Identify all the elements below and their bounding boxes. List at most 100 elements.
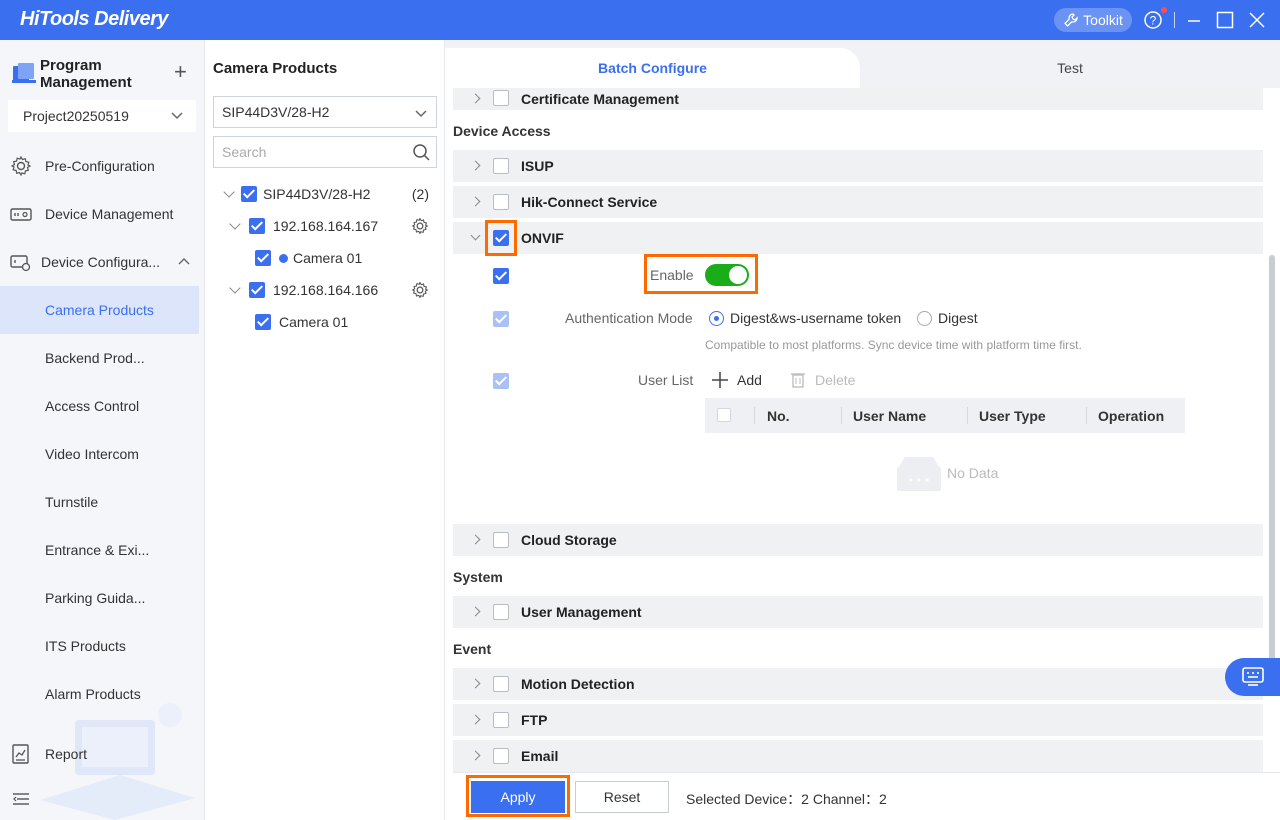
expand-chevron-icon[interactable] bbox=[470, 534, 481, 545]
nav-parking-guidance[interactable]: Parking Guida... bbox=[0, 574, 199, 622]
camera-row[interactable]: Camera 01 bbox=[255, 246, 437, 270]
tab-bar: Batch Configure Test bbox=[445, 40, 1280, 88]
enable-row-checkbox[interactable] bbox=[493, 268, 509, 284]
nav-entrance-exit[interactable]: Entrance & Exi... bbox=[0, 526, 199, 574]
apply-button[interactable]: Apply bbox=[471, 781, 565, 813]
group-certificate-management[interactable]: Certificate Management bbox=[453, 88, 1263, 110]
tab-batch-configure[interactable]: Batch Configure bbox=[445, 48, 860, 88]
minimize-icon[interactable] bbox=[1186, 11, 1202, 29]
nav-device-configuration[interactable]: Device Configura... bbox=[0, 238, 199, 286]
enable-toggle[interactable] bbox=[705, 264, 749, 286]
auth-option-digest[interactable]: Digest bbox=[917, 310, 978, 326]
column-user-name: User Name bbox=[853, 408, 927, 424]
expand-chevron-icon[interactable] bbox=[470, 93, 481, 104]
group-email[interactable]: Email bbox=[453, 740, 1263, 772]
expand-chevron-icon[interactable] bbox=[470, 678, 481, 689]
project-select[interactable]: Project20250519 bbox=[8, 100, 196, 132]
camera-row[interactable]: Camera 01 bbox=[255, 310, 437, 334]
nav-alarm-products[interactable]: Alarm Products bbox=[0, 670, 199, 718]
group-label: Email bbox=[521, 748, 559, 764]
group-user-management[interactable]: User Management bbox=[453, 596, 1263, 628]
tree-root-row[interactable]: SIP44D3V/28-H2 (2) bbox=[223, 182, 437, 206]
gear-icon[interactable] bbox=[411, 281, 429, 299]
device-checkbox[interactable] bbox=[249, 282, 265, 298]
group-checkbox[interactable] bbox=[493, 604, 509, 620]
group-checkbox[interactable] bbox=[493, 194, 509, 210]
add-user-button[interactable]: Add bbox=[711, 371, 762, 389]
auth-option-digest-ws[interactable]: Digest&ws-username token bbox=[709, 310, 901, 326]
group-hik-connect[interactable]: Hik-Connect Service bbox=[453, 186, 1263, 218]
group-checkbox[interactable] bbox=[493, 158, 509, 174]
program-management-icon bbox=[12, 63, 36, 83]
nav-backend-products[interactable]: Backend Prod... bbox=[0, 334, 199, 382]
delete-label: Delete bbox=[815, 371, 856, 388]
group-ftp[interactable]: FTP bbox=[453, 704, 1263, 736]
group-checkbox[interactable] bbox=[493, 90, 509, 106]
group-isup[interactable]: ISUP bbox=[453, 150, 1263, 182]
group-onvif[interactable]: ONVIF bbox=[453, 220, 1263, 256]
reset-button[interactable]: Reset bbox=[575, 781, 669, 813]
nav-pre-configuration[interactable]: Pre-Configuration bbox=[0, 142, 199, 190]
expand-chevron-icon[interactable] bbox=[470, 750, 481, 761]
no-data-text: No Data bbox=[947, 465, 999, 481]
svg-text:?: ? bbox=[1150, 14, 1157, 28]
trash-icon bbox=[791, 373, 805, 388]
nav-access-control[interactable]: Access Control bbox=[0, 382, 199, 430]
user-list-checkbox[interactable] bbox=[493, 373, 509, 389]
device-row[interactable]: 192.168.164.166 bbox=[229, 278, 437, 302]
nav-turnstile[interactable]: Turnstile bbox=[0, 478, 199, 526]
device-config-icon bbox=[10, 255, 31, 272]
root-label: SIP44D3V/28-H2 bbox=[263, 186, 371, 202]
model-select[interactable]: SIP44D3V/28-H2 bbox=[213, 96, 437, 128]
delete-user-button[interactable]: Delete bbox=[791, 371, 855, 388]
camera-checkbox[interactable] bbox=[255, 314, 271, 330]
nav-device-management[interactable]: Device Management bbox=[0, 190, 199, 238]
group-label: FTP bbox=[521, 712, 548, 728]
nav-report[interactable]: Report bbox=[0, 730, 199, 778]
group-motion-detection[interactable]: Motion Detection bbox=[453, 668, 1263, 700]
camera-checkbox[interactable] bbox=[255, 250, 271, 266]
search-icon[interactable] bbox=[412, 143, 430, 161]
radio-selected-icon bbox=[709, 310, 724, 326]
chevron-down-icon bbox=[415, 110, 427, 118]
group-checkbox[interactable] bbox=[493, 712, 509, 728]
collapse-menu-icon[interactable] bbox=[13, 792, 29, 806]
device-row[interactable]: 192.168.164.167 bbox=[229, 214, 437, 238]
column-divider bbox=[1086, 407, 1087, 424]
nav-label: Turnstile bbox=[45, 494, 99, 510]
tab-test[interactable]: Test bbox=[860, 48, 1280, 88]
device-checkbox[interactable] bbox=[249, 218, 265, 234]
expand-chevron-icon[interactable] bbox=[470, 196, 481, 207]
expand-chevron-icon[interactable] bbox=[229, 218, 241, 230]
group-checkbox[interactable] bbox=[493, 532, 509, 548]
radio-label: Digest&ws-username token bbox=[730, 310, 902, 326]
expand-chevron-icon[interactable] bbox=[470, 606, 481, 617]
nav-label: Device Configura... bbox=[41, 254, 161, 270]
onvif-checkbox[interactable] bbox=[493, 230, 509, 246]
search-input[interactable]: Search bbox=[213, 136, 437, 168]
titlebar-divider bbox=[1174, 12, 1175, 28]
remote-display-button[interactable] bbox=[1225, 658, 1280, 696]
close-icon[interactable] bbox=[1248, 11, 1266, 29]
group-label: Motion Detection bbox=[521, 676, 635, 692]
expand-chevron-icon[interactable] bbox=[470, 160, 481, 171]
root-checkbox[interactable] bbox=[241, 186, 257, 202]
nav-video-intercom[interactable]: Video Intercom bbox=[0, 430, 199, 478]
auth-mode-checkbox[interactable] bbox=[493, 311, 509, 327]
maximize-icon[interactable] bbox=[1216, 11, 1234, 29]
group-checkbox[interactable] bbox=[493, 676, 509, 692]
expand-chevron-icon[interactable] bbox=[229, 282, 241, 294]
group-cloud-storage[interactable]: Cloud Storage bbox=[453, 524, 1263, 556]
group-checkbox[interactable] bbox=[493, 748, 509, 764]
nav-its-products[interactable]: ITS Products bbox=[0, 622, 199, 670]
scrollbar[interactable] bbox=[1269, 255, 1275, 675]
gear-icon[interactable] bbox=[411, 217, 429, 235]
select-all-checkbox[interactable] bbox=[717, 408, 731, 422]
toolkit-button[interactable]: Toolkit bbox=[1054, 8, 1132, 32]
nav-camera-products[interactable]: Camera Products bbox=[0, 286, 199, 334]
add-project-button[interactable]: + bbox=[174, 61, 187, 83]
expand-chevron-icon[interactable] bbox=[223, 186, 235, 198]
help-icon[interactable]: ? bbox=[1143, 10, 1163, 30]
expand-chevron-icon[interactable] bbox=[470, 714, 481, 725]
collapse-chevron-icon[interactable] bbox=[470, 230, 481, 241]
